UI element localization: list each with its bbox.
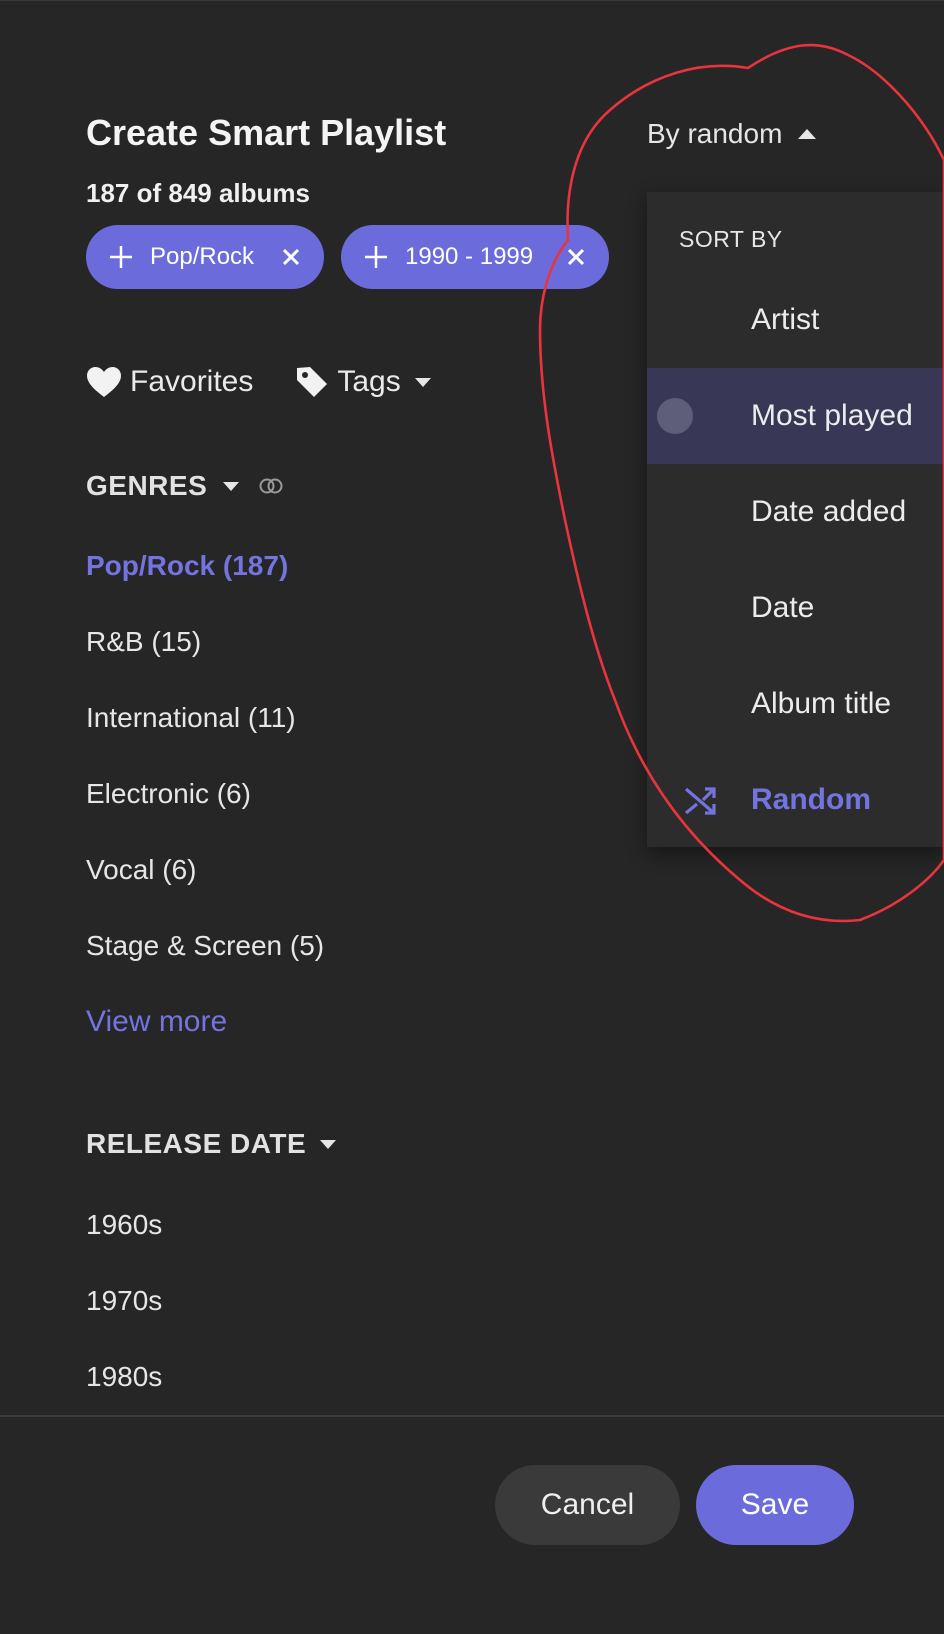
chevron-up-icon [798, 129, 817, 139]
plus-icon [365, 246, 387, 268]
genre-item[interactable]: Vocal (6) [86, 854, 197, 886]
sort-option-label: Date [751, 591, 815, 624]
chevron-down-icon [320, 1139, 337, 1149]
match-mode-icon[interactable] [257, 477, 285, 495]
sort-option-label: Date added [751, 495, 907, 528]
genre-item[interactable]: Pop/Rock (187) [86, 550, 288, 582]
sort-trigger-label: By random [647, 118, 783, 149]
filter-chip-genre[interactable]: Pop/Rock [86, 225, 324, 289]
tags-label: Tags [337, 365, 401, 398]
filter-chip-label: Pop/Rock [150, 243, 255, 270]
genre-item[interactable]: Stage & Screen (5) [86, 930, 324, 962]
album-count: 187 of 849 albums [86, 178, 310, 208]
release-date-heading-label: RELEASE DATE [86, 1128, 307, 1159]
filter-chip-label: 1990 - 1999 [405, 243, 534, 270]
page-title: Create Smart Playlist [86, 112, 447, 153]
sort-menu-header: SORT BY [679, 226, 783, 252]
sort-option-label: Artist [751, 303, 820, 336]
touch-ripple [657, 398, 693, 434]
sort-option-label: Album title [751, 687, 892, 720]
sort-option-date-added[interactable]: Date added [647, 464, 944, 560]
favorites-label: Favorites [130, 365, 254, 398]
heart-icon [87, 367, 121, 397]
genre-item[interactable]: International (11) [86, 702, 296, 734]
footer-divider [0, 1415, 944, 1417]
save-button[interactable]: Save [696, 1465, 854, 1545]
close-icon[interactable] [280, 246, 302, 268]
genre-item[interactable]: Electronic (6) [86, 778, 251, 810]
tag-icon [297, 367, 328, 397]
sort-option-album-title[interactable]: Album title [647, 656, 944, 752]
release-decade-item[interactable]: 1970s [86, 1285, 162, 1317]
genres-heading-label: GENRES [86, 470, 208, 501]
top-border [0, 0, 944, 1]
sort-option-label: Random [751, 783, 871, 816]
sort-option-label: Most played [751, 399, 913, 432]
sort-option-date[interactable]: Date [647, 560, 944, 656]
release-decade-item[interactable]: 1960s [86, 1209, 162, 1241]
release-decade-item[interactable]: 1980s [86, 1361, 162, 1393]
view-more-link[interactable]: View more [86, 1005, 227, 1039]
genre-item[interactable]: R&B (15) [86, 626, 201, 658]
tags-dropdown[interactable]: Tags [295, 365, 431, 399]
shuffle-icon [684, 787, 716, 815]
sort-dropdown-trigger[interactable]: By random [647, 118, 817, 150]
genres-heading[interactable]: GENRES [86, 470, 285, 502]
sort-option-artist[interactable]: Artist [647, 272, 944, 368]
cancel-button[interactable]: Cancel [495, 1465, 680, 1545]
chevron-down-icon [414, 377, 431, 387]
sort-option-most-played[interactable]: Most played [647, 368, 944, 464]
sort-menu: SORT BY Artist Most played Date added Da… [647, 192, 944, 847]
sort-option-random[interactable]: Random [647, 752, 944, 848]
filter-chip-date[interactable]: 1990 - 1999 [341, 225, 609, 289]
quick-filters: Favorites Tags [86, 365, 431, 399]
favorites-filter[interactable]: Favorites [86, 365, 253, 399]
close-icon[interactable] [565, 246, 587, 268]
chevron-down-icon [223, 481, 240, 491]
release-date-heading[interactable]: RELEASE DATE [86, 1128, 337, 1160]
plus-icon [110, 246, 132, 268]
